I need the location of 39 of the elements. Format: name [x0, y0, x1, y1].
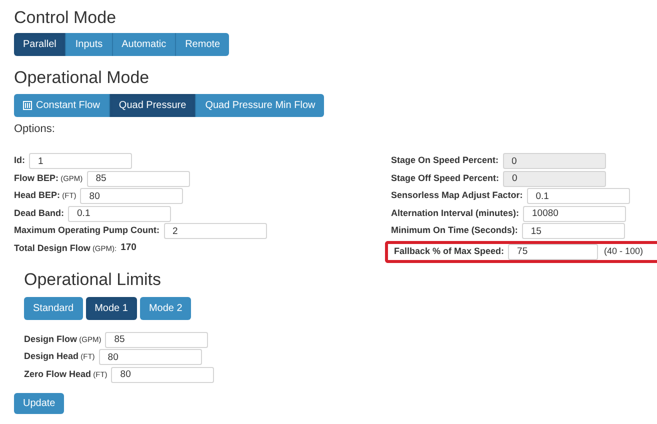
field-value: 170 — [120, 241, 136, 256]
input-field[interactable]: 15 — [522, 223, 625, 239]
field-label: Alternation Interval (minutes): — [391, 206, 520, 220]
input-field[interactable]: 0.1 — [526, 188, 630, 204]
field-label: Stage On Speed Percent: — [391, 154, 499, 168]
range-hint: (40 - 100) — [604, 244, 644, 258]
mode-button[interactable]: Parallel — [14, 33, 66, 56]
field-label: Maximum Operating Pump Count: — [14, 224, 160, 238]
section-heading: Operational Limits — [24, 268, 162, 290]
options-label: Options: — [14, 122, 55, 137]
field-label: Sensorless Map Adjust Factor: — [391, 189, 523, 202]
mode-button[interactable]: Automatic — [112, 33, 176, 56]
input-field[interactable]: 85 — [105, 332, 208, 348]
chart-icon — [23, 101, 32, 110]
mode-button[interactable]: Quad Pressure Min Flow — [195, 94, 324, 117]
field-label: Id: — [14, 154, 25, 168]
input-field[interactable]: 0.1 — [68, 206, 172, 222]
input-field[interactable]: 80 — [98, 349, 202, 365]
input-field[interactable]: 1 — [29, 153, 132, 169]
section-heading: Control Mode — [14, 7, 118, 29]
mode-button[interactable]: Standard — [24, 296, 83, 320]
mode-button[interactable]: Mode 2 — [140, 296, 192, 320]
field-label: Minimum On Time (Seconds): — [391, 224, 518, 238]
mode-button[interactable]: Remote — [175, 33, 230, 56]
mode-button[interactable]: Inputs — [65, 33, 112, 56]
input-field[interactable]: 2 — [164, 223, 267, 239]
mode-button[interactable]: Constant Flow — [14, 94, 109, 117]
input-field[interactable]: 85 — [86, 170, 190, 186]
field-label: Stage Off Speed Percent: — [391, 172, 500, 185]
section-heading: Operational Mode — [14, 67, 150, 89]
mode-button[interactable]: Quad Pressure — [108, 94, 196, 117]
input-field[interactable]: 80 — [80, 188, 184, 204]
input-field[interactable]: 75 — [508, 244, 598, 260]
update-button[interactable]: Update — [14, 392, 64, 414]
input-field[interactable]: 10080 — [523, 206, 626, 222]
mode-button[interactable]: Mode 1 — [86, 296, 137, 320]
field-label: Dead Band: — [14, 206, 64, 220]
field-label: Fallback % of Max Speed: — [394, 244, 504, 258]
input-field[interactable]: 80 — [111, 366, 214, 382]
